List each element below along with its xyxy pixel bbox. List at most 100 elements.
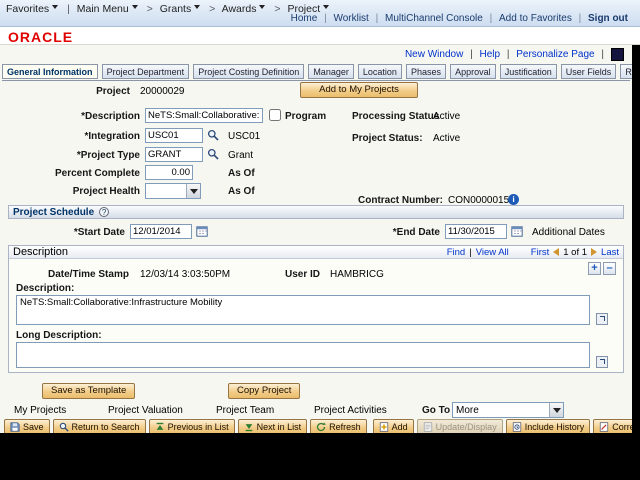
correct-history-button[interactable]: Correct History: [593, 419, 632, 433]
help-link[interactable]: Help: [479, 49, 500, 60]
save-as-template-button[interactable]: Save as Template: [42, 383, 135, 399]
start-date-input[interactable]: [130, 224, 192, 239]
project-health-select[interactable]: [145, 183, 201, 199]
copy-project-button[interactable]: Copy Project: [228, 383, 300, 399]
integration-text: USC01: [228, 131, 260, 142]
view-all-link[interactable]: View All: [476, 247, 509, 258]
home-link[interactable]: Home: [291, 13, 318, 24]
project-team-link[interactable]: Project Team: [216, 405, 274, 416]
add-to-my-projects-button[interactable]: Add to My Projects: [300, 82, 418, 98]
project-status-value[interactable]: Active: [433, 133, 460, 144]
search-icon: [59, 422, 69, 433]
info-icon[interactable]: [508, 194, 519, 205]
return-to-search-button[interactable]: Return to Search: [53, 419, 146, 433]
personalize-page-link[interactable]: Personalize Page: [516, 49, 594, 60]
percent-complete-label: Percent Complete: [10, 168, 140, 179]
screen: Favorites | Main Menu > Grants > Awards …: [0, 0, 640, 480]
tab-justification[interactable]: Justification: [500, 64, 557, 79]
separator: |: [469, 247, 471, 258]
worklist-link[interactable]: Worklist: [333, 13, 368, 24]
correct-history-icon: [599, 422, 609, 433]
lookup-icon[interactable]: [207, 148, 219, 160]
tab-project-costing-definition[interactable]: Project Costing Definition: [193, 64, 304, 79]
project-schedule-header: Project Schedule: [8, 205, 624, 219]
sign-out-link[interactable]: Sign out: [588, 13, 628, 24]
page-action-links: New Window | Help | Personalize Page |: [403, 49, 606, 60]
next-row-icon[interactable]: [591, 248, 597, 256]
previous-in-list-icon: [155, 422, 165, 433]
copy-url-icon[interactable]: [611, 48, 624, 61]
tab-user-fields[interactable]: User Fields: [561, 64, 617, 79]
processing-status-value: Active: [433, 111, 460, 122]
project-status-label: Project Status:: [352, 133, 423, 144]
delete-row-button[interactable]: [603, 262, 616, 275]
additional-dates-link[interactable]: Additional Dates: [532, 227, 605, 238]
calendar-icon[interactable]: [196, 225, 208, 237]
top-navigation-bar: Favorites | Main Menu > Grants > Awards …: [0, 0, 640, 27]
find-link[interactable]: Find: [447, 247, 465, 258]
long-description-textarea[interactable]: [16, 342, 590, 368]
row-page-info: 1 of 1: [563, 247, 587, 258]
update-display-icon: [423, 422, 433, 433]
breadcrumb-main-menu[interactable]: Main Menu: [77, 3, 140, 15]
end-date-label: *End Date: [365, 227, 440, 238]
tab-approval[interactable]: Approval: [450, 64, 496, 79]
my-projects-link[interactable]: My Projects: [14, 405, 66, 416]
breadcrumb-label: Grants: [160, 3, 192, 15]
tab-location[interactable]: Location: [358, 64, 402, 79]
project-valuation-link[interactable]: Project Valuation: [108, 405, 183, 416]
as-of-label: As Of: [228, 186, 255, 197]
include-history-button[interactable]: Include History: [506, 419, 591, 433]
calendar-icon[interactable]: [511, 225, 523, 237]
description-title: Description: [9, 246, 68, 258]
tab-general-information[interactable]: General Information: [2, 64, 98, 79]
percent-complete-input[interactable]: [145, 165, 193, 180]
tab-rates[interactable]: Rates: [620, 64, 632, 79]
add-to-favorites-link[interactable]: Add to Favorites: [499, 13, 572, 24]
tab-phases[interactable]: Phases: [406, 64, 446, 79]
first-link[interactable]: First: [531, 247, 549, 258]
refresh-icon: [316, 422, 326, 433]
refresh-button[interactable]: Refresh: [310, 419, 367, 433]
breadcrumb-grants[interactable]: Grants: [160, 3, 203, 15]
long-description-label: Long Description:: [16, 330, 102, 341]
breadcrumb-favorites[interactable]: Favorites: [6, 3, 60, 15]
expand-icon[interactable]: [596, 313, 608, 325]
previous-row-icon[interactable]: [553, 248, 559, 256]
expand-icon[interactable]: [596, 356, 608, 368]
project-type-input[interactable]: [145, 147, 203, 162]
new-window-link[interactable]: New Window: [405, 49, 463, 60]
project-type-text: Grant: [228, 150, 253, 161]
goto-select[interactable]: More: [452, 402, 564, 418]
lookup-icon[interactable]: [207, 129, 219, 141]
project-activities-link[interactable]: Project Activities: [314, 405, 387, 416]
tab-manager[interactable]: Manager: [308, 64, 354, 79]
add-button[interactable]: Add: [373, 419, 414, 433]
integration-label: *Integration: [10, 131, 140, 142]
previous-in-list-button[interactable]: Previous in List: [149, 419, 235, 433]
add-label: Add: [392, 422, 408, 432]
next-in-list-button[interactable]: Next in List: [238, 419, 308, 433]
add-row-button[interactable]: [588, 262, 601, 275]
return-to-search-label: Return to Search: [72, 422, 140, 432]
chevron-down-icon: [323, 5, 329, 9]
previous-in-list-label: Previous in List: [168, 422, 229, 432]
separator: |: [67, 3, 70, 15]
last-link[interactable]: Last: [601, 247, 619, 258]
integration-input[interactable]: [145, 128, 203, 143]
program-label: Program: [285, 111, 326, 122]
page-toolbar: Save Return to Search Previous in List N…: [4, 419, 630, 433]
save-button[interactable]: Save: [4, 419, 50, 433]
dropdown-arrow-icon[interactable]: [186, 184, 200, 198]
program-checkbox[interactable]: [269, 109, 281, 121]
separator: |: [324, 13, 327, 24]
end-date-input[interactable]: [445, 224, 507, 239]
description-input[interactable]: [145, 108, 263, 123]
description-textarea[interactable]: NeTS:Small:Collaborative:Infrastructure …: [16, 295, 590, 325]
breadcrumb-awards[interactable]: Awards: [222, 3, 268, 15]
separator: |: [601, 49, 604, 60]
dropdown-arrow-icon[interactable]: [549, 403, 563, 417]
help-icon[interactable]: [99, 207, 109, 217]
tab-project-department[interactable]: Project Department: [102, 64, 190, 79]
multichannel-console-link[interactable]: MultiChannel Console: [385, 13, 483, 24]
